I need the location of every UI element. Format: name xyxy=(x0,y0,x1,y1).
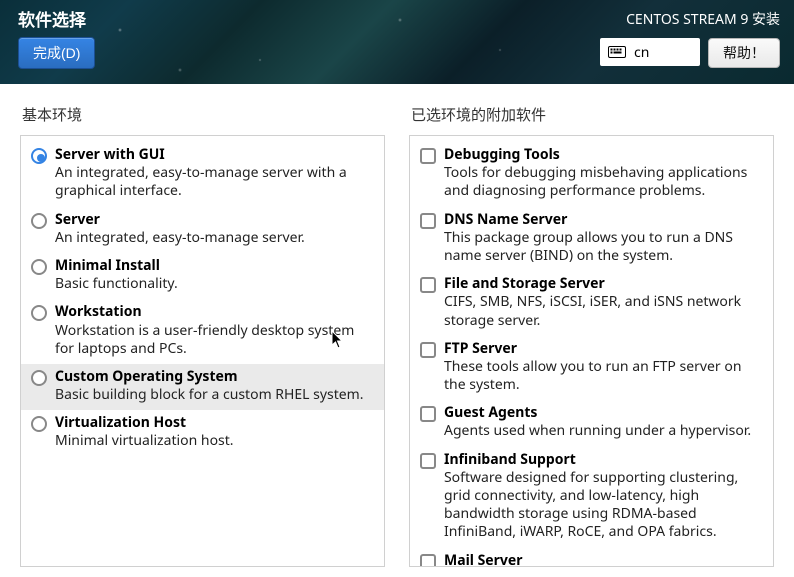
item-name: File and Storage Server xyxy=(444,275,763,293)
addons-title: 已选环境的附加软件 xyxy=(409,104,774,125)
radio-icon[interactable] xyxy=(31,305,47,321)
item-name: Guest Agents xyxy=(444,404,763,422)
environments-item[interactable]: ServerAn integrated, easy-to-manage serv… xyxy=(21,207,384,253)
content: 基本环境 Server with GUIAn integrated, easy-… xyxy=(0,84,794,577)
checkbox-icon[interactable] xyxy=(420,277,436,293)
checkbox-icon[interactable] xyxy=(420,342,436,358)
install-title: CENTOS STREAM 9 安装 xyxy=(626,9,780,29)
checkbox-icon[interactable] xyxy=(420,213,436,229)
item-name: Infiniband Support xyxy=(444,451,763,469)
radio-icon[interactable] xyxy=(31,259,47,275)
item-desc: Workstation is a user-friendly desktop s… xyxy=(55,322,374,358)
addons-item[interactable]: DNS Name ServerThis package group allows… xyxy=(410,207,773,272)
keyboard-layout-code: cn xyxy=(634,43,649,62)
item-text: Debugging ToolsTools for debugging misbe… xyxy=(444,146,763,201)
item-text: Mail ServerThese packages allow you to c… xyxy=(444,552,763,567)
item-text: DNS Name ServerThis package group allows… xyxy=(444,211,763,266)
item-name: Mail Server xyxy=(444,552,763,567)
checkbox-icon[interactable] xyxy=(420,554,436,567)
item-text: Minimal InstallBasic functionality. xyxy=(55,257,374,293)
radio-icon[interactable] xyxy=(31,416,47,432)
item-text: FTP ServerThese tools allow you to run a… xyxy=(444,340,763,395)
item-desc: CIFS, SMB, NFS, iSCSI, iSER, and iSNS ne… xyxy=(444,293,763,329)
addons-item[interactable]: FTP ServerThese tools allow you to run a… xyxy=(410,336,773,401)
item-text: Server with GUIAn integrated, easy-to-ma… xyxy=(55,146,374,201)
item-text: Guest AgentsAgents used when running und… xyxy=(444,404,763,440)
environments-item[interactable]: Virtualization HostMinimal virtualizatio… xyxy=(21,410,384,456)
checkbox-icon[interactable] xyxy=(420,406,436,422)
base-environment-title: 基本环境 xyxy=(20,104,385,125)
item-desc: Basic building block for a custom RHEL s… xyxy=(55,386,374,404)
item-desc: Minimal virtualization host. xyxy=(55,432,374,450)
addons-item[interactable]: Mail ServerThese packages allow you to c… xyxy=(410,548,773,567)
help-button[interactable]: 帮助！ xyxy=(708,38,780,68)
environments-item[interactable]: Server with GUIAn integrated, easy-to-ma… xyxy=(21,142,384,207)
item-desc: Software designed for supporting cluster… xyxy=(444,469,763,542)
item-text: WorkstationWorkstation is a user-friendl… xyxy=(55,303,374,358)
item-desc: Agents used when running under a hypervi… xyxy=(444,422,763,440)
page-title: 软件选择 xyxy=(18,6,86,31)
item-text: Custom Operating SystemBasic building bl… xyxy=(55,368,374,404)
addons-item[interactable]: Infiniband SupportSoftware designed for … xyxy=(410,447,773,548)
environments-item[interactable]: Minimal InstallBasic functionality. xyxy=(21,253,384,299)
addons-item[interactable]: Debugging ToolsTools for debugging misbe… xyxy=(410,142,773,207)
item-desc: Tools for debugging misbehaving applicat… xyxy=(444,164,763,200)
item-desc: These tools allow you to run an FTP serv… xyxy=(444,358,763,394)
item-name: Server xyxy=(55,211,374,229)
item-desc: An integrated, easy-to-manage server. xyxy=(55,229,374,247)
item-text: Infiniband SupportSoftware designed for … xyxy=(444,451,763,542)
addons-item[interactable]: Guest AgentsAgents used when running und… xyxy=(410,400,773,446)
item-text: File and Storage ServerCIFS, SMB, NFS, i… xyxy=(444,275,763,330)
item-text: Virtualization HostMinimal virtualizatio… xyxy=(55,414,374,450)
keyboard-icon xyxy=(608,46,626,58)
item-name: DNS Name Server xyxy=(444,211,763,229)
item-name: Minimal Install xyxy=(55,257,374,275)
environment-list: Server with GUIAn integrated, easy-to-ma… xyxy=(20,135,385,567)
item-name: Custom Operating System xyxy=(55,368,374,386)
item-desc: Basic functionality. xyxy=(55,275,374,293)
radio-icon[interactable] xyxy=(31,148,47,164)
radio-icon[interactable] xyxy=(31,213,47,229)
radio-icon[interactable] xyxy=(31,370,47,386)
item-name: Server with GUI xyxy=(55,146,374,164)
checkbox-icon[interactable] xyxy=(420,148,436,164)
item-desc: This package group allows you to run a D… xyxy=(444,229,763,265)
item-name: Virtualization Host xyxy=(55,414,374,432)
item-text: ServerAn integrated, easy-to-manage serv… xyxy=(55,211,374,247)
addons-item[interactable]: File and Storage ServerCIFS, SMB, NFS, i… xyxy=(410,271,773,336)
done-button[interactable]: 完成(D) xyxy=(18,37,95,69)
header: 软件选择 CENTOS STREAM 9 安装 完成(D) cn 帮助！ xyxy=(0,0,794,84)
environments-item[interactable]: WorkstationWorkstation is a user-friendl… xyxy=(21,299,384,364)
item-desc: An integrated, easy-to-manage server wit… xyxy=(55,164,374,200)
environments-item[interactable]: Custom Operating SystemBasic building bl… xyxy=(21,364,384,410)
item-name: FTP Server xyxy=(444,340,763,358)
keyboard-layout-selector[interactable]: cn xyxy=(600,38,700,66)
item-name: Workstation xyxy=(55,303,374,321)
item-name: Debugging Tools xyxy=(444,146,763,164)
addon-list: Debugging ToolsTools for debugging misbe… xyxy=(409,135,774,567)
checkbox-icon[interactable] xyxy=(420,453,436,469)
